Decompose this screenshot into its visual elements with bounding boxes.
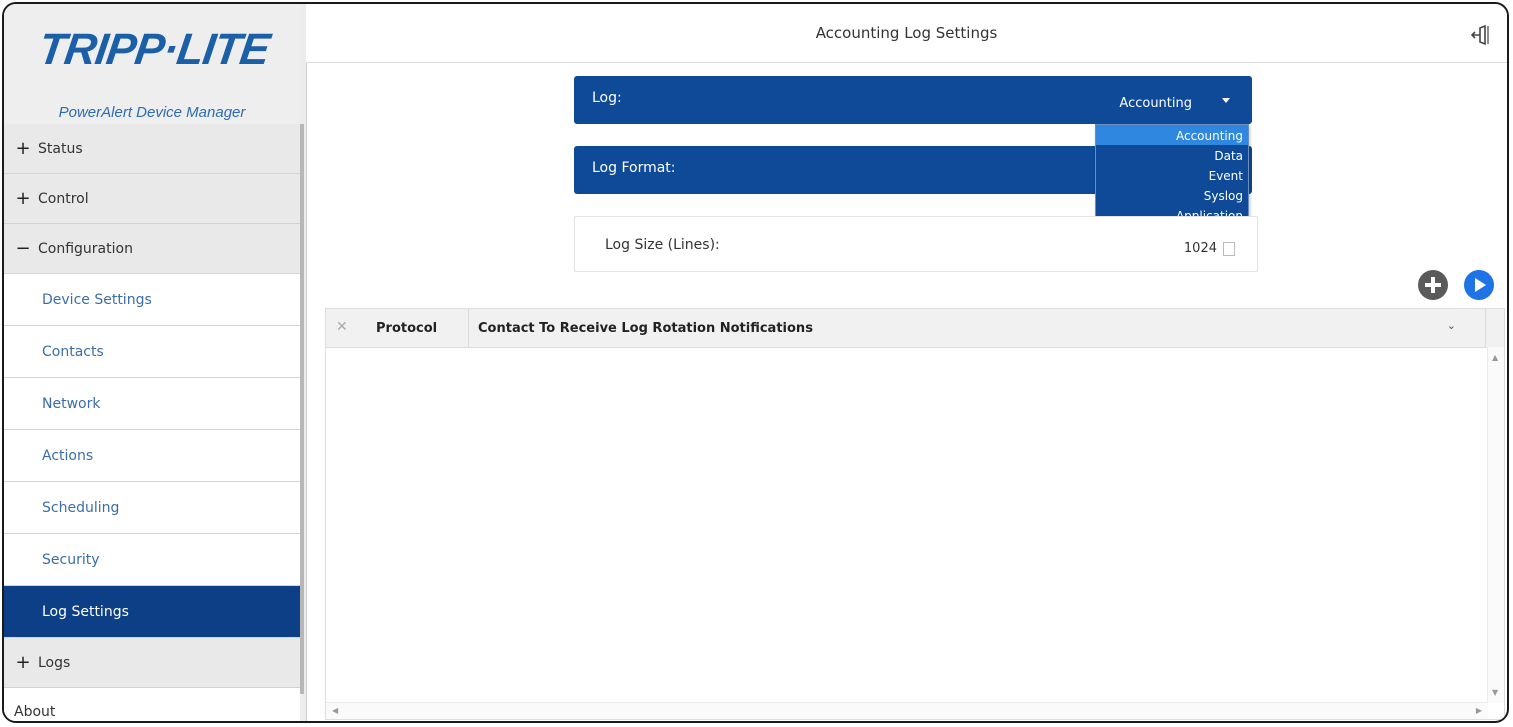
sidebar-item-label: Status [38, 140, 83, 157]
log-size-field: Log Size (Lines): 1024 [574, 216, 1258, 272]
sidebar-item-device-settings[interactable]: Device Settings [4, 274, 300, 326]
log-size-input[interactable]: 1024 [1184, 241, 1217, 256]
sidebar-item-label: Configuration [38, 240, 133, 257]
sidebar-item-contacts[interactable]: Contacts [4, 326, 300, 378]
main-content: Accounting Log Settings Log: Accounting … [306, 4, 1507, 721]
caret-down-icon[interactable] [1222, 98, 1230, 103]
page-header: Accounting Log Settings [306, 4, 1507, 63]
sidebar-item-configuration[interactable]: − Configuration [4, 224, 300, 274]
brand-logo: TRIPP·LITE [36, 22, 272, 78]
dropdown-option-data[interactable]: Data [1096, 145, 1248, 165]
log-select[interactable]: Log: Accounting [574, 76, 1252, 124]
logo-area: TRIPP·LITE PowerAlert Device Manager [4, 4, 300, 125]
brand-logo-text: TRIPP·LITE [35, 25, 273, 74]
sidebar-item-log-settings[interactable]: Log Settings [4, 586, 300, 638]
log-select-dropdown: Accounting Data Event Syslog Application [1095, 124, 1249, 226]
chevron-down-icon[interactable]: ⌄ [1447, 319, 1456, 332]
contacts-grid: ✕ Protocol Contact To Receive Log Rotati… [325, 308, 1505, 720]
log-format-label: Log Format: [592, 160, 676, 176]
expand-icon: + [15, 652, 31, 673]
scroll-down-icon[interactable]: ▼ [1492, 688, 1498, 697]
sidebar-item-label: Control [38, 190, 89, 207]
close-icon[interactable]: ✕ [336, 319, 348, 335]
sidebar-item-scheduling[interactable]: Scheduling [4, 482, 300, 534]
sidebar: TRIPP·LITE PowerAlert Device Manager + S… [4, 4, 307, 721]
add-button[interactable] [1418, 270, 1448, 300]
column-divider [1485, 309, 1486, 347]
sidebar-item-actions[interactable]: Actions [4, 430, 300, 482]
sidebar-item-label: Logs [38, 654, 71, 671]
dropdown-option-syslog[interactable]: Syslog [1096, 185, 1248, 205]
log-size-label: Log Size (Lines): [605, 237, 720, 253]
scroll-left-icon[interactable]: ◀ [332, 706, 338, 715]
column-header-protocol[interactable]: Protocol [376, 321, 437, 336]
stepper-icon[interactable] [1223, 242, 1235, 256]
scroll-right-icon[interactable]: ▶ [1476, 706, 1482, 715]
collapse-icon: − [15, 238, 31, 259]
log-select-value: Accounting [1119, 96, 1192, 111]
sidebar-item-control[interactable]: + Control [4, 174, 300, 224]
sidebar-nav: + Status + Control − Configuration Devic… [4, 124, 300, 721]
sidebar-item-status[interactable]: + Status [4, 124, 300, 174]
column-header-contact[interactable]: Contact To Receive Log Rotation Notifica… [478, 321, 813, 336]
app-window: TRIPP·LITE PowerAlert Device Manager + S… [2, 2, 1509, 723]
sidebar-item-network[interactable]: Network [4, 378, 300, 430]
sidebar-item-logs[interactable]: + Logs [4, 638, 300, 688]
sidebar-scrollbar[interactable] [300, 124, 304, 694]
sidebar-item-about[interactable]: About [4, 688, 300, 721]
next-button[interactable] [1464, 270, 1494, 300]
page-title: Accounting Log Settings [815, 24, 998, 42]
sidebar-item-security[interactable]: Security [4, 534, 300, 586]
scroll-up-icon[interactable]: ▲ [1492, 353, 1498, 362]
grid-header: ✕ Protocol Contact To Receive Log Rotati… [326, 309, 1504, 348]
column-divider [468, 309, 469, 347]
expand-icon: + [15, 138, 31, 159]
vertical-scrollbar[interactable]: ▲ ▼ [1487, 347, 1504, 703]
brand-subtitle: PowerAlert Device Manager [58, 104, 246, 121]
log-select-label: Log: [592, 90, 622, 106]
dropdown-option-accounting[interactable]: Accounting [1096, 125, 1248, 145]
expand-icon: + [15, 188, 31, 209]
dropdown-option-event[interactable]: Event [1096, 165, 1248, 185]
horizontal-scrollbar[interactable]: ◀ ▶ [326, 702, 1488, 719]
exit-icon[interactable] [1471, 24, 1493, 46]
